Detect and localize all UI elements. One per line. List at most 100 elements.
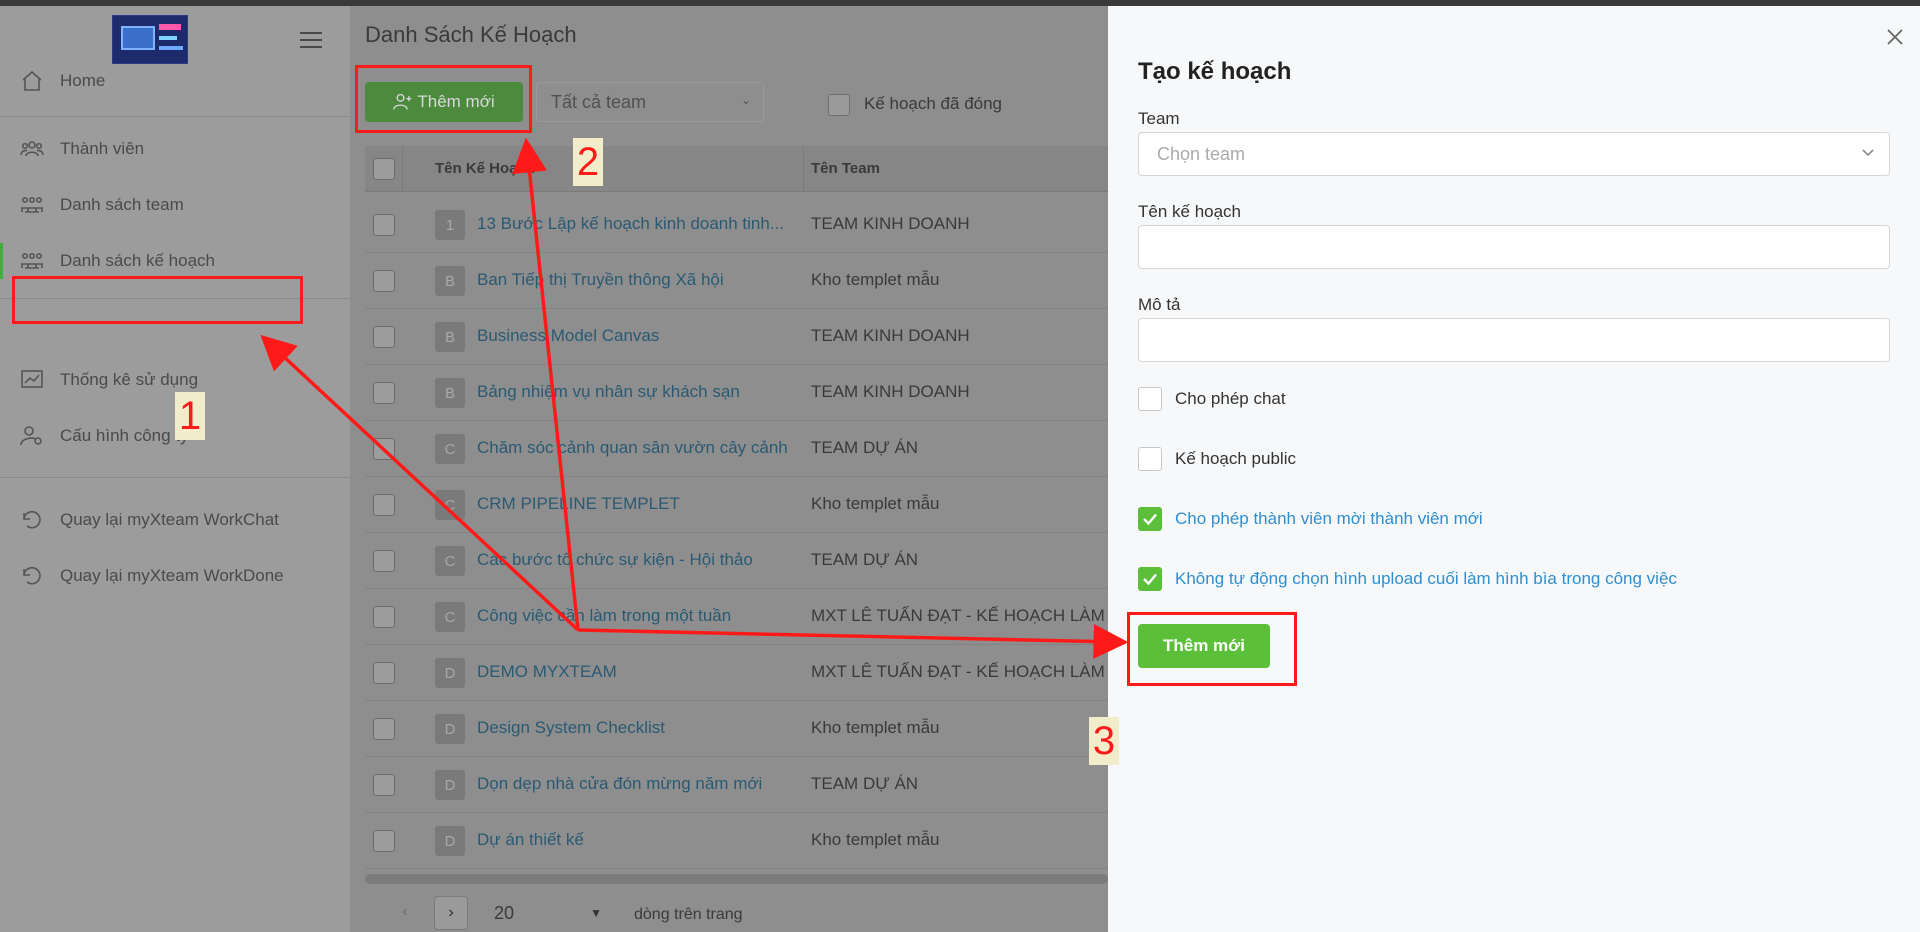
table-row[interactable]: D Dọn dẹp nhà cửa đón mừng năm mới TEAM DỰ… <box>365 757 1108 813</box>
plan-team: TEAM DỰ ÁN <box>811 774 919 793</box>
team-filter-select[interactable]: Tất cả team ⌄ <box>536 82 764 122</box>
sidebar-item-plans[interactable]: Danh sách kế hoạch <box>0 241 350 281</box>
public-plan-checkbox[interactable] <box>1138 447 1162 471</box>
public-plan-label: Kế hoạch public <box>1175 449 1296 468</box>
no-auto-cover-checkbox[interactable] <box>1138 567 1162 591</box>
allow-chat-label: Cho phép chat <box>1175 389 1286 408</box>
plan-name-link[interactable]: Các bước tổ chức sự kiện - Hội thảo <box>477 550 753 570</box>
plan-name-input[interactable] <box>1138 225 1890 269</box>
home-icon <box>18 69 46 93</box>
main-content: Danh Sách Kế Hoạch Thêm mới Tất cả team … <box>350 6 1121 932</box>
plan-avatar: 1 <box>435 210 465 240</box>
user-settings-icon <box>18 424 46 448</box>
chevron-down-icon: ⌄ <box>740 93 751 107</box>
team-label: Team <box>1138 109 1180 128</box>
page-title: Danh Sách Kế Hoạch <box>365 22 577 47</box>
column-header-team[interactable]: Tên Team <box>811 160 880 177</box>
table-row[interactable]: C Các bước tổ chức sự kiện - Hội thảo TEAM… <box>365 533 1108 589</box>
plan-name-link[interactable]: Chăm sóc cảnh quan sân vườn cây cảnh <box>477 438 788 458</box>
row-checkbox[interactable] <box>373 438 395 460</box>
close-button[interactable] <box>1880 22 1910 52</box>
page-size-select[interactable]: 20 ▼ <box>482 896 612 930</box>
plan-name-link[interactable]: Bảng nhiệm vụ nhân sự khách sạn <box>477 382 740 402</box>
sidebar-item-label: Quay lại myXteam WorkDone <box>60 566 284 585</box>
table-row[interactable]: D Design System Checklist Kho templet mẫu <box>365 701 1108 757</box>
app-logo[interactable] <box>112 15 188 64</box>
drawer-title: Tạo kế hoạch <box>1138 58 1292 85</box>
allow-chat-checkbox[interactable] <box>1138 387 1162 411</box>
horizontal-scrollbar[interactable] <box>365 874 1108 884</box>
table-row[interactable]: B Bảng nhiệm vụ nhân sự khách sạn TEAM KIN… <box>365 365 1108 421</box>
row-checkbox[interactable] <box>373 550 395 572</box>
team-icon <box>18 249 46 273</box>
plan-name-link[interactable]: Ban Tiếp thị Truyền thông Xã hội <box>477 270 724 290</box>
closed-plans-checkbox[interactable] <box>828 94 850 116</box>
menu-icon[interactable] <box>300 32 322 50</box>
sidebar-item-label: Home <box>60 71 106 90</box>
plan-team: Kho templet mẫu <box>811 270 940 289</box>
row-checkbox[interactable] <box>373 494 395 516</box>
chevron-down-icon[interactable]: ⌄ <box>312 378 322 392</box>
row-checkbox[interactable] <box>373 270 395 292</box>
check-icon <box>1143 513 1157 526</box>
row-checkbox[interactable] <box>373 830 395 852</box>
table-row[interactable]: C Chăm sóc cảnh quan sân vườn cây cảnh TEA… <box>365 421 1108 477</box>
column-divider <box>402 146 403 192</box>
chart-icon <box>18 368 46 392</box>
sidebar-item-members[interactable]: Thành viên <box>0 129 350 169</box>
select-all-checkbox[interactable] <box>373 158 395 180</box>
table-row[interactable]: C Công việc cần làm trong một tuần MXT LÊ … <box>365 589 1121 645</box>
plan-team: Kho templet mẫu <box>811 494 940 513</box>
undo-icon <box>18 564 46 588</box>
row-checkbox[interactable] <box>373 382 395 404</box>
annotation-box-2 <box>355 65 532 133</box>
table-row[interactable]: C CRM PIPELINE TEMPLET Kho templet mẫu <box>365 477 1108 533</box>
check-icon <box>1143 573 1157 586</box>
plan-name-link[interactable]: DEMO MYXTEAM <box>477 662 617 682</box>
row-checkbox[interactable] <box>373 718 395 740</box>
plan-team: TEAM DỰ ÁN <box>811 550 919 569</box>
column-header-name[interactable]: Tên Kế Hoạch <box>435 160 535 177</box>
row-checkbox[interactable] <box>373 606 395 628</box>
plan-avatar: B <box>435 266 465 296</box>
annotation-box-1 <box>12 276 303 324</box>
row-checkbox[interactable] <box>373 774 395 796</box>
sidebar-item-label: Danh sách team <box>60 195 184 214</box>
undo-icon <box>18 508 46 532</box>
table-row[interactable]: D Dự án thiết kế Kho templet mẫu <box>365 813 1108 869</box>
next-page-button[interactable]: › <box>434 896 468 930</box>
plan-avatar: D <box>435 826 465 856</box>
annotation-label-3: 3 <box>1089 717 1119 765</box>
prev-page-button[interactable]: ‹ <box>390 896 420 928</box>
users-icon <box>18 137 46 161</box>
table-header: Tên Kế Hoạch Tên Team <box>365 146 1108 192</box>
row-checkbox[interactable] <box>373 214 395 236</box>
description-input[interactable] <box>1138 318 1890 362</box>
plan-name-link[interactable]: Công việc cần làm trong một tuần <box>477 606 731 626</box>
plan-team: TEAM KINH DOANH <box>811 214 970 233</box>
allow-members-invite-checkbox[interactable] <box>1138 507 1162 531</box>
row-checkbox[interactable] <box>373 662 395 684</box>
annotation-label-1: 1 <box>175 392 205 440</box>
plan-name-link[interactable]: CRM PIPELINE TEMPLET <box>477 494 680 514</box>
sidebar-item-teams[interactable]: Danh sách team <box>0 185 350 225</box>
table-row[interactable]: 1 13 Bước Lập kế hoạch kinh doanh tinh...… <box>365 197 1108 253</box>
plan-name-link[interactable]: Dự án thiết kế <box>477 830 584 850</box>
plan-name-link[interactable]: Business Model Canvas <box>477 326 659 346</box>
table-row[interactable]: B Ban Tiếp thị Truyền thông Xã hội Kho tem… <box>365 253 1108 309</box>
sidebar-item-label: Quay lại myXteam WorkChat <box>60 510 279 529</box>
table-row[interactable]: B Business Model Canvas TEAM KINH DOANH <box>365 309 1108 365</box>
row-checkbox[interactable] <box>373 326 395 348</box>
description-label: Mô tả <box>1138 295 1181 314</box>
table-row[interactable]: D DEMO MYXTEAM MXT LÊ TUẤN ĐẠT - KẾ HOẠCH … <box>365 645 1121 701</box>
plan-team: TEAM KINH DOANH <box>811 326 970 345</box>
plan-avatar: D <box>435 714 465 744</box>
plan-name-link[interactable]: 13 Bước Lập kế hoạch kinh doanh tinh... <box>477 214 784 234</box>
sidebar-item-home[interactable]: Home <box>0 61 350 101</box>
allow-members-invite-label: Cho phép thành viên mời thành viên mới <box>1175 509 1483 528</box>
plan-name-link[interactable]: Dọn dẹp nhà cửa đón mừng năm mới <box>477 774 762 794</box>
plan-name-link[interactable]: Design System Checklist <box>477 718 665 738</box>
team-select[interactable]: Chọn team <box>1138 132 1890 176</box>
sidebar-item-back-workdone[interactable]: Quay lại myXteam WorkDone <box>0 556 350 596</box>
sidebar-item-back-workchat[interactable]: Quay lại myXteam WorkChat <box>0 500 350 540</box>
